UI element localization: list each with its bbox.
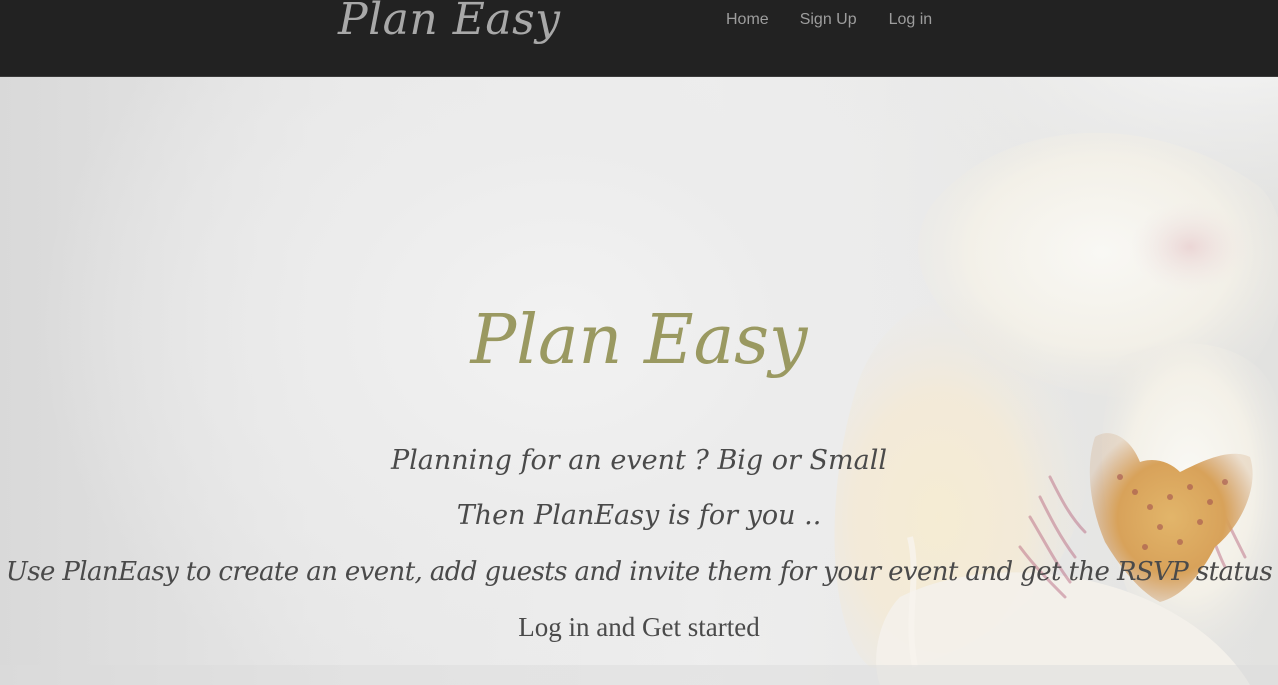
hero-tagline-2: Then PlanEasy is for you .. xyxy=(456,500,822,531)
nav-link-log-in[interactable]: Log in xyxy=(889,10,933,30)
cta-container: Log in and Get started xyxy=(0,609,1278,645)
hero-section: Plan Easy Planning for an event ? Big or… xyxy=(0,77,1278,685)
hero-title: Plan Easy xyxy=(470,301,808,380)
hero-tagline-1: Planning for an event ? Big or Small xyxy=(390,445,888,476)
top-navbar: Plan Easy Home Sign Up Log in xyxy=(0,0,1278,77)
nav-links: Home Sign Up Log in xyxy=(726,10,932,30)
get-started-link[interactable]: Log in and Get started xyxy=(518,612,759,642)
nav-link-sign-up[interactable]: Sign Up xyxy=(800,10,857,30)
brand-logo[interactable]: Plan Easy xyxy=(338,0,561,45)
nav-link-home[interactable]: Home xyxy=(726,10,769,30)
hero-description: Use PlanEasy to create an event, add gue… xyxy=(5,557,1273,587)
